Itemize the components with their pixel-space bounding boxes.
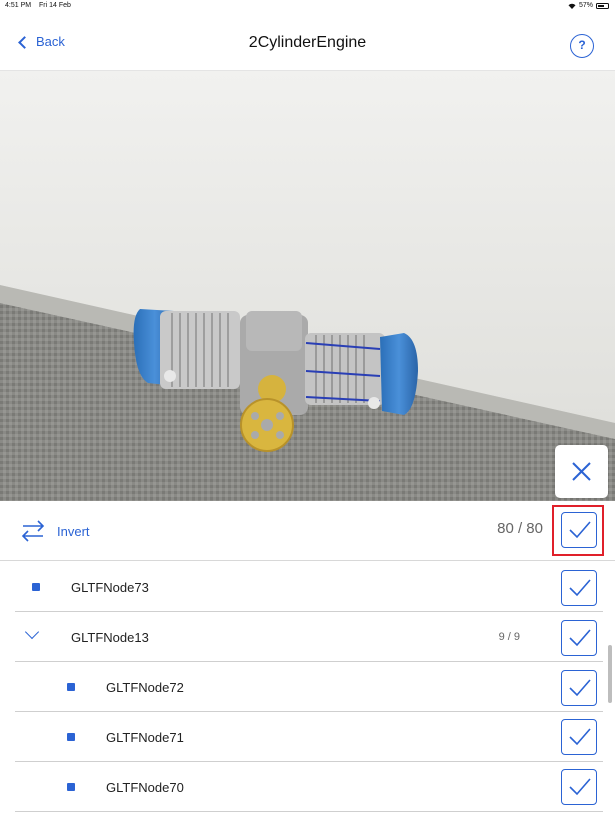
invert-label: Invert — [57, 523, 90, 539]
help-button[interactable]: ? — [570, 34, 594, 58]
close-icon — [572, 462, 591, 481]
chevron-down-icon[interactable] — [24, 624, 40, 640]
checkmark-icon — [569, 579, 591, 597]
list-item[interactable]: GLTFNode13 9 / 9 — [15, 612, 603, 662]
status-bar: 4:51 PM Fri 14 Feb 57% — [0, 0, 615, 13]
node-list: GLTFNode73 GLTFNode13 9 / 9 GLTFNode72 G… — [15, 562, 603, 812]
node-bullet-icon — [67, 783, 75, 791]
node-label: GLTFNode13 — [71, 630, 149, 645]
node-count: 9 / 9 — [498, 631, 520, 643]
wifi-icon — [568, 3, 576, 9]
list-item[interactable]: GLTFNode70 — [15, 762, 603, 812]
battery-icon — [596, 2, 609, 9]
node-label: GLTFNode70 — [106, 780, 184, 795]
nav-bar: Back 2CylinderEngine ? — [0, 13, 615, 71]
node-checkbox[interactable] — [561, 570, 597, 606]
node-bullet-icon — [67, 733, 75, 741]
selection-count: 80 / 80 — [497, 520, 543, 537]
list-item[interactable]: GLTFNode71 — [15, 712, 603, 762]
swap-arrows-icon — [21, 520, 45, 542]
node-checkbox[interactable] — [561, 769, 597, 805]
ar-viewport[interactable] — [0, 71, 615, 501]
checkmark-icon — [569, 728, 591, 746]
node-bullet-icon — [67, 683, 75, 691]
selection-toolbar: Invert 80 / 80 — [0, 501, 615, 561]
node-checkbox[interactable] — [561, 620, 597, 656]
node-label: GLTFNode72 — [106, 680, 184, 695]
node-label: GLTFNode71 — [106, 730, 184, 745]
node-label: GLTFNode73 — [71, 580, 149, 595]
list-scrollbar[interactable] — [608, 645, 612, 703]
highlight-box — [552, 505, 604, 556]
node-checkbox[interactable] — [561, 670, 597, 706]
list-item[interactable]: GLTFNode73 — [15, 562, 603, 612]
close-button[interactable] — [555, 445, 608, 498]
checkmark-icon — [569, 679, 591, 697]
page-title: 2CylinderEngine — [248, 34, 367, 51]
invert-button[interactable]: Invert — [20, 520, 90, 542]
list-item[interactable]: GLTFNode72 — [15, 662, 603, 712]
help-icon: ? — [578, 38, 586, 52]
status-date: Fri 14 Feb — [39, 2, 71, 9]
checkmark-icon — [569, 778, 591, 796]
status-time: 4:51 PM — [5, 2, 32, 9]
checkmark-icon — [569, 629, 591, 647]
node-checkbox[interactable] — [561, 719, 597, 755]
node-bullet-icon — [32, 583, 40, 591]
ar-scene-image — [0, 71, 615, 501]
battery-percent: 57% — [578, 2, 593, 9]
